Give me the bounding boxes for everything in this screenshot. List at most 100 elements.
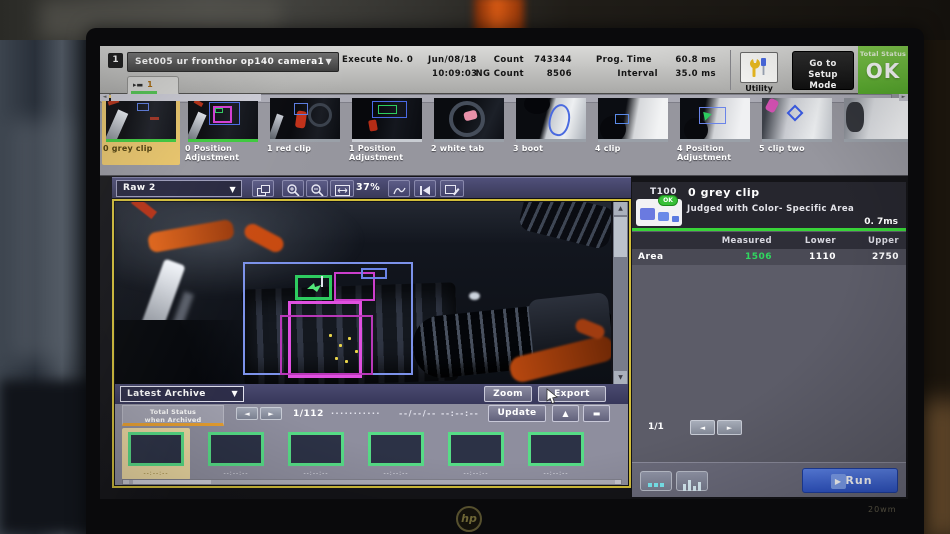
fit-to-window-button[interactable]: [330, 180, 354, 197]
monitor-bezel: hp 20wm 1 Set005 ur fronthor op140 camer…: [86, 28, 924, 534]
profile-graph-button[interactable]: [388, 180, 410, 197]
archive-export-button[interactable]: ▲: [552, 405, 579, 422]
run-button[interactable]: ▶ Run: [802, 468, 898, 493]
thumbnail-1-position-adjustment[interactable]: 1 Position Adjustment: [348, 95, 426, 161]
thumbnail-3-boot[interactable]: 3 boot: [512, 95, 590, 161]
archive-thumb-time: --:--:--: [205, 470, 267, 477]
total-status-value: OK: [858, 59, 908, 83]
background-shadow: [0, 380, 100, 534]
utility-label: Utility: [734, 84, 784, 93]
thumbnail-image: [434, 98, 504, 142]
thumbnail-label: 3 boot: [513, 144, 589, 153]
scroll-down-icon[interactable]: ▼: [614, 371, 627, 384]
zoom-out-icon: [311, 184, 324, 196]
archive-source-dropdown[interactable]: Latest Archive ▼: [120, 386, 244, 402]
camera-image[interactable]: [115, 202, 611, 384]
tool-thumbnail-strip: 0 grey clip 0 Position Adjustment 1 red …: [100, 94, 908, 176]
inspection-next-button[interactable]: ►: [717, 420, 742, 435]
speckle: [339, 344, 342, 347]
step-back-icon: [419, 185, 431, 196]
scroll-left-icon[interactable]: ◄: [100, 94, 109, 101]
inspection-bottom-bar: ▶ Run: [632, 462, 906, 497]
camera-tab[interactable]: ▸▬1: [127, 76, 179, 94]
window-layout-button[interactable]: [252, 180, 274, 197]
count-label: Count: [454, 55, 524, 65]
thumbnail-0-position-adjustment[interactable]: 0 Position Adjustment: [184, 95, 262, 161]
interval-value: 35.0 ms: [660, 69, 716, 79]
thumbnail-2-white-tab[interactable]: 2 white tab: [430, 95, 508, 161]
thumbnail-partial[interactable]: [840, 95, 908, 161]
thumbnail-image: [844, 98, 908, 142]
utility-button[interactable]: [740, 52, 778, 83]
archive-next-button[interactable]: ►: [260, 407, 282, 420]
scroll-right-icon[interactable]: [615, 480, 621, 484]
header-bar: 1 Set005 ur fronthor op140 camera1 ▼ ▸▬1…: [100, 46, 908, 94]
scrollbar-thumb[interactable]: [614, 217, 627, 257]
speckle: [329, 334, 332, 337]
prog-time-value: 60.8 ms: [660, 55, 716, 65]
inspection-prev-button[interactable]: ◄: [690, 420, 715, 435]
zoom-percent: 37%: [356, 182, 380, 193]
measured-value: 1506: [692, 252, 772, 262]
archive-page-indicator: 1/112: [293, 409, 324, 419]
scroll-up-icon[interactable]: ▲: [614, 202, 627, 215]
process-time: 0. 7ms: [782, 217, 898, 227]
thumbnail-0-grey-clip[interactable]: 0 grey clip: [102, 95, 180, 165]
setup-line1: Go to: [809, 59, 836, 69]
zoom-in-button[interactable]: [282, 180, 304, 197]
archive-tab-total-status[interactable]: Total Status when Archived: [122, 405, 224, 426]
zoom-button[interactable]: Zoom: [484, 386, 532, 402]
archive-prev-button[interactable]: ◄: [236, 407, 258, 420]
scroll-left-icon[interactable]: [123, 480, 129, 484]
thumbnail-4-clip[interactable]: 4 clip: [594, 95, 672, 161]
detail-view-button[interactable]: [640, 471, 672, 491]
scrollbar-thumb[interactable]: [111, 94, 261, 101]
column-upper: Upper: [840, 236, 899, 246]
scroll-right-icon[interactable]: ►: [899, 94, 908, 101]
utility-tools-icon: [747, 56, 771, 80]
histogram-button[interactable]: [676, 471, 708, 491]
speckle: [345, 360, 348, 363]
archive-thumbnail[interactable]: [288, 432, 344, 466]
go-to-setup-mode-button[interactable]: Go to Setup Mode: [792, 51, 854, 90]
chevron-down-icon: ▼: [231, 387, 238, 401]
thumbnail-5-clip-two[interactable]: 5 clip two: [758, 95, 836, 161]
archive-tab-line1: Total Status: [150, 408, 196, 416]
viewer-vertical-scrollbar[interactable]: ▲ ▼: [613, 202, 628, 384]
archive-thumbnail[interactable]: [448, 432, 504, 466]
image-source-dropdown[interactable]: Raw 2 ▼: [116, 180, 242, 197]
archive-thumbnail[interactable]: [208, 432, 264, 466]
scrollbar-thumb[interactable]: [133, 480, 211, 484]
archive-minimize-button[interactable]: ▬: [583, 405, 610, 422]
tool-result-icon: OK: [636, 199, 682, 226]
archive-thumb-time: --:--:--: [445, 470, 507, 477]
scene-select-dropdown[interactable]: Set005 ur fronthor op140 camera1 ▼: [127, 52, 339, 72]
thumbnail-image: [762, 98, 832, 142]
column-measured: Measured: [692, 236, 772, 246]
archive-thumbnail[interactable]: [528, 432, 584, 466]
thumbnail-label: 1 red clip: [267, 144, 343, 153]
update-button[interactable]: Update: [488, 405, 546, 422]
thumbnail-image: [270, 98, 340, 142]
archive-thumbnail[interactable]: [128, 432, 184, 466]
archive-scrollbar[interactable]: [122, 479, 622, 485]
region-swatch: [640, 208, 655, 220]
judge-method-text: Judged with Color- Specific Area: [687, 204, 854, 214]
column-lower: Lower: [776, 236, 836, 246]
thumbnail-4-position-adjustment[interactable]: 4 Position Adjustment: [676, 95, 754, 161]
image-capture-button[interactable]: [440, 180, 464, 197]
archive-thumb-time: --:--:--: [125, 470, 187, 477]
archive-thumbnail[interactable]: [368, 432, 424, 466]
viewer-toolbar: Raw 2 ▼ 37%: [112, 177, 631, 198]
table-row-area[interactable]: Area 1506 1110 2750: [632, 249, 906, 265]
thumbnail-label: 0 grey clip: [103, 144, 179, 153]
upper-value: 2750: [840, 252, 899, 262]
ng-count-label: NG Count: [454, 69, 524, 79]
thumbnail-1-red-clip[interactable]: 1 red clip: [266, 95, 344, 161]
chevron-down-icon: ▼: [229, 182, 236, 197]
fit-screen-icon: [335, 185, 350, 196]
previous-image-button[interactable]: [414, 180, 436, 197]
thumbnail-image: [106, 98, 176, 142]
detection-box-blue-small: [361, 268, 387, 279]
zoom-out-button[interactable]: [306, 180, 328, 197]
